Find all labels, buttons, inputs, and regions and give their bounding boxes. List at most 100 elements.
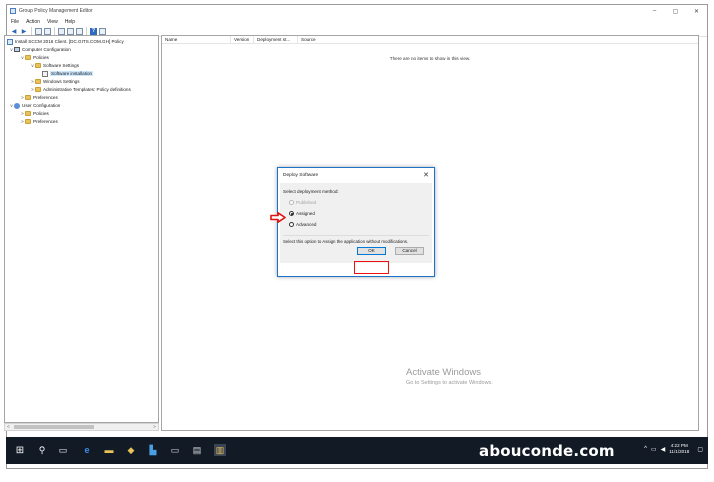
column-deployment-state[interactable]: Deployment st... [254,35,298,44]
radio-assigned[interactable]: Assigned [289,210,315,217]
folder-icon [25,119,31,124]
dialog-close-icon[interactable]: ✕ [423,171,429,179]
forward-arrow-icon[interactable]: ▶ [20,27,28,35]
radio-button [289,200,294,205]
tree-item-label: Administrative Templates: Policy definit… [43,87,131,92]
refresh-icon[interactable] [67,27,74,35]
deployment-method-prompt: Select deployment method: [283,189,339,194]
option-description: Select this option to Assign the applica… [283,239,409,244]
radio-published: Published [289,199,316,206]
radio-label: Published [296,200,317,205]
activate-windows-watermark: Activate Windows Go to Settings to activ… [406,367,493,386]
menu-action[interactable]: Action [26,19,40,25]
user-icon [14,102,20,109]
menu-help[interactable]: Help [65,19,75,25]
windows-start-icon[interactable]: ⊞ [14,444,26,456]
show-hidden-icons-icon[interactable]: ^ [644,446,647,452]
export-list-icon[interactable] [76,27,83,35]
scrollbar-thumb[interactable] [14,425,94,429]
ok-highlight-box [354,261,389,274]
network-icon[interactable]: ▭ [651,446,657,453]
console-tree[interactable]: Install SCCM 2016 Client. [DC.GITS.COM.G… [4,35,159,423]
tree-item-gpo-root[interactable]: Install SCCM 2016 Client. [DC.GITS.COM.G… [7,38,124,45]
tree-item-user-configuration[interactable]: v User Configuration [9,102,60,109]
site-watermark: abouconde.com [479,442,615,460]
system-tray: ^ ▭ ◀ 4:22 PM 11/1/2018 ▢ [644,443,703,455]
cancel-button[interactable]: Cancel [395,247,424,255]
tree-item-computer-configuration[interactable]: v Computer Configuration [9,46,71,53]
action-center-icon[interactable]: ▢ [697,446,703,453]
tree-item-windows-settings[interactable]: > Windows Settings [30,78,80,85]
tree-item-preferences[interactable]: > Preferences [20,94,58,101]
scroll-left-icon[interactable]: < [5,424,12,430]
file-explorer-icon[interactable]: ▬ [103,444,115,456]
search-icon[interactable]: ⚲ [36,444,48,456]
folder-icon [35,63,41,68]
radio-advanced[interactable]: Advanced [289,221,316,228]
task-view-icon[interactable]: ▭ [57,444,69,456]
scroll-right-icon[interactable]: > [151,424,158,430]
title-bar: Group Policy Management Editor – ▢ ✕ [7,5,707,17]
tree-item-user-policies[interactable]: > Policies [20,110,49,117]
window-controls: – ▢ ✕ [644,5,707,17]
tree-item-label: Preferences [33,95,58,100]
folder-icon [25,95,31,100]
menu-view[interactable]: View [47,19,58,25]
command-prompt-icon[interactable]: ▭ [169,444,181,456]
volume-icon[interactable]: ◀ [661,446,666,453]
tree-item-user-preferences[interactable]: > Preferences [20,118,58,125]
column-source[interactable]: Source [298,36,388,44]
dialog-title: Deploy Software [283,173,319,178]
list-header: Name Version Deployment st... Source [162,35,698,44]
gpmc-icon[interactable]: ▤ [191,444,203,456]
tree-item-administrative-templates[interactable]: > Administrative Templates: Policy defin… [30,86,131,93]
tree-item-label: Install SCCM 2016 Client. [DC.GITS.COM.G… [15,39,124,44]
properties-icon[interactable] [58,27,65,35]
radio-button[interactable] [289,211,294,216]
tree-item-policies[interactable]: v Policies [20,54,49,61]
tree-item-software-settings[interactable]: v Software Settings [30,62,79,69]
show-hide-tree-icon[interactable] [44,27,51,35]
menu-file[interactable]: File [11,19,19,25]
ok-button[interactable]: OK [357,247,386,255]
gpme-taskbar-icon[interactable]: ▥ [214,444,226,456]
tree-item-label: User Configuration [22,103,61,108]
radio-button[interactable] [289,222,294,227]
toolbar-separator [54,27,55,35]
clock-date: 11/1/2018 [669,449,690,454]
tree-item-software-installation[interactable]: Software installation [42,70,94,77]
tree-item-label: Software Settings [43,63,80,68]
gpo-icon [7,38,13,45]
column-name[interactable]: Name [162,35,231,44]
column-version[interactable]: Version [231,35,254,44]
tree-item-label: Policies [33,55,49,60]
red-arrow-icon [270,212,286,223]
up-level-icon[interactable] [35,27,42,35]
toolbar-separator [31,27,32,35]
tree-horizontal-scrollbar[interactable]: < > [4,423,159,431]
tree-item-label: Policies [33,111,49,116]
edge-browser-icon[interactable]: e [81,444,93,456]
view-icon[interactable] [99,27,106,35]
clock[interactable]: 4:22 PM 11/1/2018 [669,443,689,455]
folder-icon [25,55,31,60]
maximize-button[interactable]: ▢ [665,5,686,17]
folder-icon [35,79,41,84]
empty-list-message: There are no items to show in this view. [389,56,471,61]
server-manager-icon[interactable]: ◆ [125,444,137,456]
powershell-icon[interactable]: ▙ [147,444,159,456]
tree-item-label: Software installation [50,71,94,76]
minimize-button[interactable]: – [644,5,665,17]
close-button[interactable]: ✕ [686,5,707,17]
toolbar-separator [86,27,87,35]
help-icon[interactable]: ? [90,27,97,35]
back-arrow-icon[interactable]: ◀ [10,27,18,35]
package-icon [42,70,48,77]
taskbar: ⊞ ⚲ ▭ e ▬ ◆ ▙ ▭ ▤ ▥ abouconde.com ^ ▭ ◀ … [6,437,708,464]
activate-windows-hint: Go to Settings to activate Windows. [406,380,493,386]
folder-icon [25,111,31,116]
folder-icon [35,87,41,92]
radio-label: Advanced [296,222,317,227]
gpme-app-icon [10,8,16,14]
window-title: Group Policy Management Editor [19,8,93,14]
